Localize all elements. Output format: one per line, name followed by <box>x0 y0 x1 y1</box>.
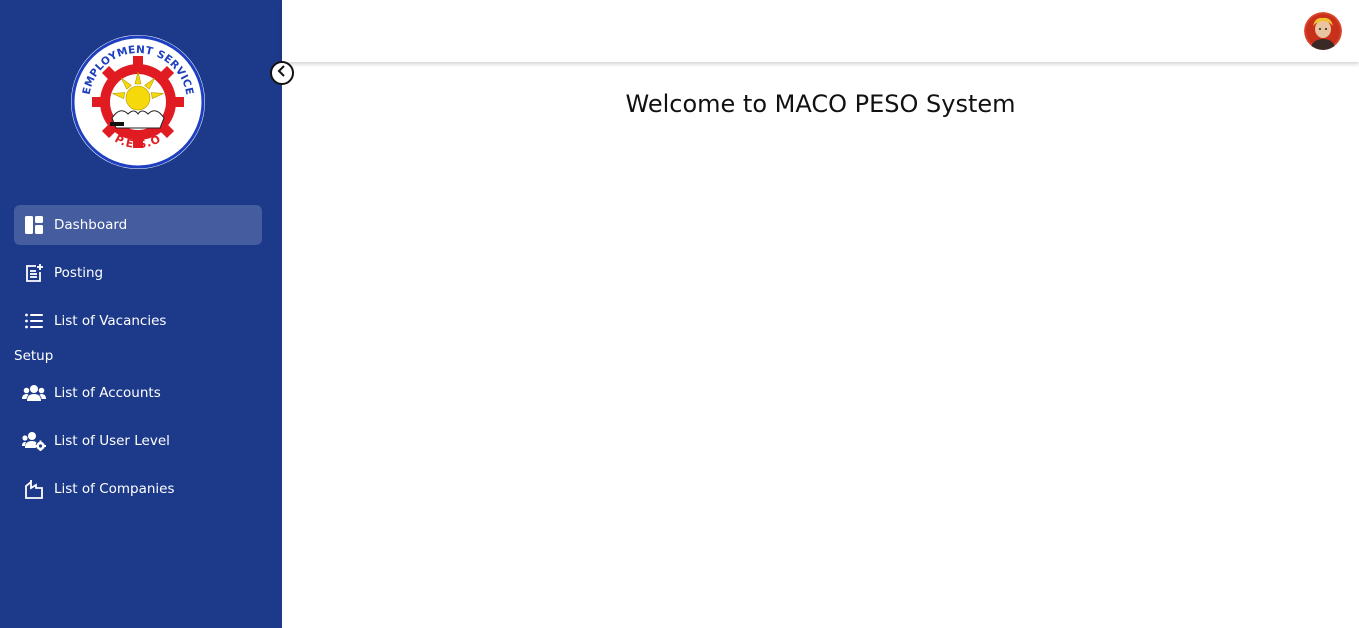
welcome-heading: Welcome to MACO PESO System <box>625 90 1016 118</box>
sidebar-item-posting[interactable]: Posting <box>14 253 262 293</box>
sidebar-item-user-level[interactable]: List of User Level <box>14 421 262 461</box>
sidebar-item-label: List of Companies <box>54 481 175 497</box>
sidebar-item-label: List of Accounts <box>54 385 161 401</box>
setup-section-label: Setup <box>14 348 54 364</box>
company-icon <box>14 469 54 509</box>
sidebar-item-label: List of User Level <box>54 433 170 449</box>
sidebar-item-dashboard[interactable]: Dashboard <box>14 205 262 245</box>
avatar-icon <box>1304 12 1342 50</box>
sidebar-item-label: List of Vacancies <box>54 313 167 329</box>
main-content: Welcome to MACO PESO System <box>282 62 1359 628</box>
sidebar-item-vacancies[interactable]: List of Vacancies <box>14 301 262 341</box>
app-root: PUBLIC EMPLOYMENT SERVICE OFFICE <box>0 0 1359 628</box>
post-add-icon <box>14 253 54 293</box>
list-icon <box>14 301 54 341</box>
sidebar-item-label: Dashboard <box>54 217 128 233</box>
sidebar-item-accounts[interactable]: List of Accounts <box>14 373 262 413</box>
users-icon <box>14 373 54 413</box>
dashboard-icon <box>14 205 54 245</box>
top-header <box>282 0 1359 62</box>
sidebar-item-companies[interactable]: List of Companies <box>14 469 262 509</box>
sidebar-collapse-button[interactable] <box>270 61 294 85</box>
chevron-left-icon <box>276 64 288 82</box>
user-avatar[interactable] <box>1304 12 1342 50</box>
sidebar-item-label: Posting <box>54 265 104 281</box>
sidebar: PUBLIC EMPLOYMENT SERVICE OFFICE <box>0 0 282 628</box>
peso-logo-icon: PUBLIC EMPLOYMENT SERVICE OFFICE <box>64 24 205 169</box>
sidebar-nav: Dashboard Posting List of Vacancies Setu… <box>14 205 262 517</box>
users-cog-icon <box>14 421 54 461</box>
peso-logo: PUBLIC EMPLOYMENT SERVICE OFFICE <box>64 24 207 171</box>
